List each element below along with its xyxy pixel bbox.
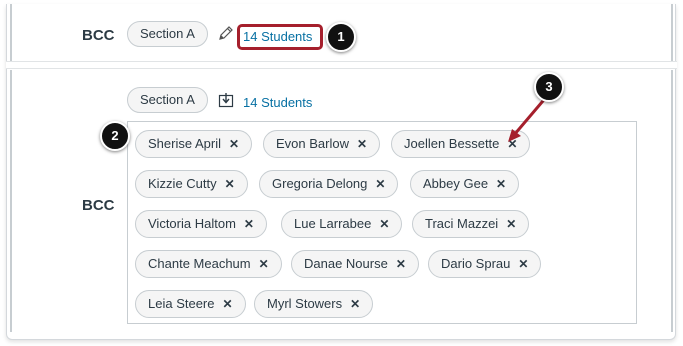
section-pill: Section A [127,21,208,47]
students-link[interactable]: 14 Students [243,95,312,110]
student-pill[interactable]: Danae Nourse ✕ [291,250,419,278]
student-name: Evon Barlow [276,136,349,151]
bcc-label: BCC [82,27,115,44]
section-pill: Section A [127,87,208,113]
section-rule [10,4,12,61]
close-icon[interactable]: ✕ [229,137,239,151]
section-rule [671,4,673,61]
student-name: Dario Sprau [441,256,511,271]
close-icon[interactable]: ✕ [223,297,233,311]
close-icon[interactable]: ✕ [496,177,506,191]
callout-badge: 2 [100,121,130,151]
student-list: Sherise April ✕ Evon Barlow ✕ Joellen Bess… [127,121,637,324]
student-name: Danae Nourse [304,256,388,271]
student-name: Traci Mazzei [425,216,499,231]
student-name: Sherise April [148,136,221,151]
close-icon[interactable]: ✕ [244,217,254,231]
annotation-arrow [508,94,550,142]
student-pill[interactable]: Gregoria Delong ✕ [259,170,399,198]
close-icon[interactable]: ✕ [518,257,528,271]
close-icon[interactable]: ✕ [350,297,360,311]
callout-badge: 1 [326,22,356,52]
callout-badge: 3 [534,72,564,102]
close-icon[interactable]: ✕ [225,177,235,191]
highlight-box [237,24,323,50]
section-divider [6,61,677,69]
student-name: Gregoria Delong [272,176,368,191]
section-rule [10,70,12,332]
close-icon[interactable]: ✕ [506,217,516,231]
close-icon[interactable]: ✕ [259,257,269,271]
student-name: Joellen Bessette [404,136,500,151]
student-pill[interactable]: Victoria Haltom ✕ [135,210,267,238]
close-icon[interactable]: ✕ [357,137,367,151]
student-pill[interactable]: Traci Mazzei ✕ [412,210,530,238]
student-pill[interactable]: Lue Larrabee ✕ [281,210,403,238]
close-icon[interactable]: ✕ [379,217,389,231]
student-name: Kizzie Cutty [148,176,217,191]
student-pill[interactable]: Myrl Stowers ✕ [254,290,374,318]
student-pill[interactable]: Kizzie Cutty ✕ [135,170,248,198]
section-rule [671,70,673,332]
student-pill[interactable]: Abbey Gee ✕ [410,170,520,198]
pencil-icon[interactable] [217,25,235,43]
import-icon[interactable] [218,92,234,108]
close-icon[interactable]: ✕ [375,177,385,191]
student-pill[interactable]: Dario Sprau ✕ [428,250,542,278]
student-name: Abbey Gee [423,176,489,191]
student-name: Myrl Stowers [267,296,343,311]
close-icon[interactable]: ✕ [396,257,406,271]
student-name: Victoria Haltom [148,216,236,231]
student-name: Chante Meachum [148,256,251,271]
student-pill[interactable]: Leia Steere ✕ [135,290,246,318]
student-name: Leia Steere [148,296,215,311]
bcc-label: BCC [82,197,115,214]
student-pill[interactable]: Chante Meachum ✕ [135,250,282,278]
student-pill[interactable]: Sherise April ✕ [135,130,253,158]
student-name: Lue Larrabee [294,216,372,231]
student-pill[interactable]: Evon Barlow ✕ [263,130,381,158]
